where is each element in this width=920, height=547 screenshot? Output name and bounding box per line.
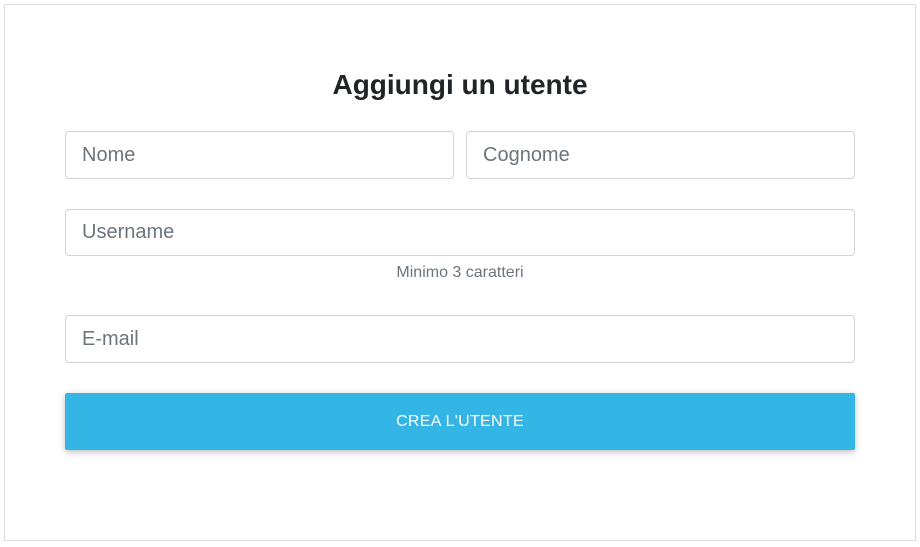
add-user-card: Aggiungi un utente Minimo 3 caratteri CR…: [4, 4, 916, 541]
create-user-button[interactable]: CREA L'UTENTE: [65, 393, 855, 450]
page-title: Aggiungi un utente: [332, 69, 588, 100]
last-name-input[interactable]: [466, 131, 855, 179]
username-hint: Minimo 3 caratteri: [396, 264, 524, 281]
email-input[interactable]: [65, 315, 855, 363]
first-name-input[interactable]: [65, 131, 454, 179]
username-input[interactable]: [65, 209, 855, 256]
